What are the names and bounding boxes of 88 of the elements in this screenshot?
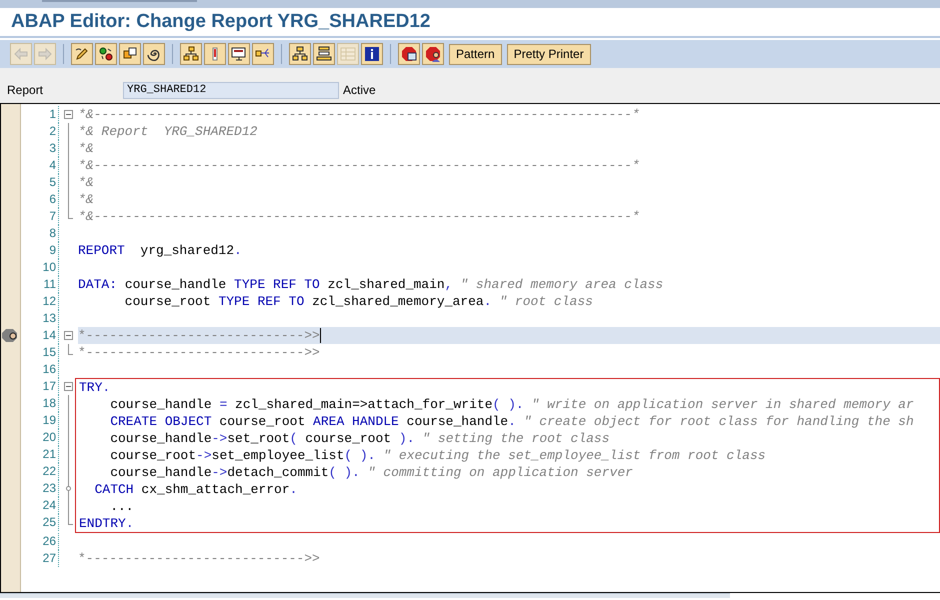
line-number: 22	[21, 463, 59, 480]
code-line: ENDTRY.	[79, 515, 134, 532]
line-number: 20	[21, 429, 59, 446]
toolbar-button[interactable]: Pretty Printer	[506, 44, 591, 64]
stop-sign-icon	[401, 46, 417, 62]
window-title: ABAP Editor: Change Report YRG_SHARED12	[11, 10, 430, 34]
line-number: 5	[21, 174, 59, 191]
code-line: course_handle->detach_commit( ). " committing on application server	[109, 464, 633, 481]
collapse-toggle-icon[interactable]	[64, 110, 73, 119]
code-line: *&---------------------------------------------------------------------*	[78, 106, 640, 123]
session-marker-icon[interactable]	[2, 328, 18, 343]
line-number: 26	[21, 533, 59, 550]
line-number: 1	[21, 106, 59, 123]
toolbar-button[interactable]: Pattern	[449, 44, 502, 64]
collapse-toggle-icon[interactable]	[64, 331, 73, 340]
toolbar-button[interactable]	[95, 43, 117, 65]
code-line: *&	[78, 191, 94, 208]
line-number: 23	[21, 480, 59, 497]
code-line: TRY.	[79, 379, 110, 396]
stop-person-icon	[425, 46, 441, 62]
line-number: 14	[21, 327, 59, 344]
line-number: 7	[21, 208, 59, 225]
line-number: 10	[21, 259, 59, 276]
toolbar-button[interactable]	[289, 43, 311, 65]
toolbar-button[interactable]	[361, 43, 383, 65]
code-line: DATA: course_handle TYPE REF TO zcl_shared_main, " shared memory area class	[78, 276, 664, 293]
code-line: *&	[78, 140, 94, 157]
line-number: 3	[21, 140, 59, 157]
code-line: course_handle->set_root( course_root ). " setting the root class	[109, 430, 610, 447]
code-line: *&---------------------------------------------------------------------*	[78, 208, 640, 225]
line-number: 15	[21, 344, 59, 361]
arrow-right-icon	[37, 46, 53, 62]
hierarchy-icon	[183, 46, 199, 62]
line-number: 11	[21, 276, 59, 293]
code-line: REPORT yrg_shared12.	[78, 242, 242, 259]
line-number: 2	[21, 123, 59, 140]
line-number: 18	[21, 395, 59, 412]
line-number: 6	[21, 191, 59, 208]
toolbar-button[interactable]	[180, 43, 202, 65]
line-number: 24	[21, 497, 59, 514]
toolbar-button[interactable]	[204, 43, 226, 65]
code-line: *& Report YRG_SHARED12	[78, 123, 258, 140]
line-number: 4	[21, 157, 59, 174]
table-icon	[340, 46, 356, 62]
stack-icon	[316, 46, 332, 62]
horizontal-scrollbar[interactable]	[0, 593, 730, 598]
text-cursor	[320, 328, 321, 343]
code-line: CATCH cx_shm_attach_error.	[94, 481, 298, 498]
line-number: 19	[21, 412, 59, 429]
circles-icon	[98, 46, 114, 62]
toolbar-button[interactable]	[422, 43, 444, 65]
fold-node-icon	[66, 486, 71, 491]
report-label: Report	[7, 82, 44, 99]
code-line: *---------------------------->>	[78, 550, 320, 567]
arrow-left-icon	[13, 46, 29, 62]
pencil-icon	[74, 46, 90, 62]
toolbar-button[interactable]	[313, 43, 335, 65]
code-line: CREATE OBJECT course_root AREA HANDLE course_handle. " create object for root class for handling the sh	[109, 413, 914, 430]
code-line: *---------------------------->>	[78, 344, 320, 361]
line-number: 27	[21, 550, 59, 567]
line-number: 12	[21, 293, 59, 310]
monitor-icon	[231, 46, 247, 62]
tree-icon	[292, 46, 308, 62]
code-editor[interactable]	[0, 103, 940, 593]
line-number: 21	[21, 446, 59, 463]
report-field[interactable]: YRG_SHARED12	[123, 82, 339, 99]
line-number: 17	[21, 378, 59, 395]
collapse-toggle-icon[interactable]	[64, 382, 73, 391]
toolbar-button[interactable]	[252, 43, 274, 65]
line-number: 13	[21, 310, 59, 327]
status-text: Active	[343, 82, 376, 99]
toolbar-button[interactable]	[228, 43, 250, 65]
line-number: 16	[21, 361, 59, 378]
code-line: course_root->set_employee_list( ). " executing the set_employee_list from root class	[109, 447, 766, 464]
toolbar-button[interactable]	[398, 43, 420, 65]
code-line: *&	[78, 174, 94, 191]
code-line: course_root TYPE REF TO zcl_shared_memory_area. " root class	[124, 293, 593, 310]
toolbar-button[interactable]	[71, 43, 93, 65]
line-number: 8	[21, 225, 59, 242]
info-icon	[364, 46, 380, 62]
code-line: *&---------------------------------------------------------------------*	[78, 157, 640, 174]
code-line: course_handle = zcl_shared_main=>attach_for_write( ). " write on application server in shared memory ar	[109, 396, 914, 413]
code-line: ...	[109, 498, 134, 515]
line-number: 25	[21, 514, 59, 531]
toolbar-button[interactable]	[143, 43, 165, 65]
code-line: *---------------------------->>	[78, 327, 320, 344]
line-number: 9	[21, 242, 59, 259]
toolbar-button[interactable]	[119, 43, 141, 65]
